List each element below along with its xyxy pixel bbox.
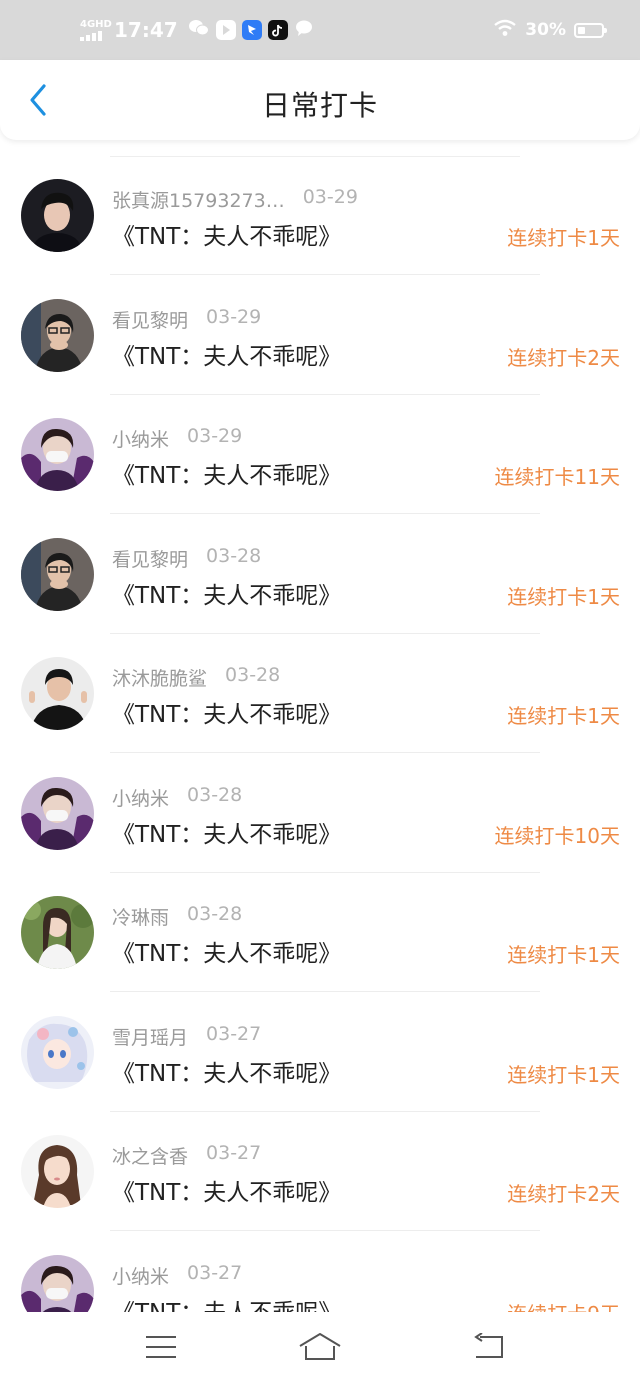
status-bar: 4GHD 17:47 30% <box>0 0 640 60</box>
back-icon <box>474 1333 503 1358</box>
bilibili-icon <box>215 20 236 40</box>
avatar[interactable] <box>21 179 94 252</box>
user-nickname[interactable]: 小纳米 <box>112 1262 169 1289</box>
home-icon <box>299 1333 341 1360</box>
signal-icon <box>80 30 108 41</box>
checkin-date: 03-28 <box>187 783 243 806</box>
list-item[interactable]: 冰之含香 03-27 《TNT：夫人不乖呢》 连续打卡2天 <box>0 1112 640 1231</box>
book-title[interactable]: 《TNT：夫人不乖呢》 <box>112 815 341 849</box>
checkin-date: 03-29 <box>187 425 243 447</box>
checkin-date: 03-29 <box>302 186 358 208</box>
user-nickname[interactable]: 看见黎明 <box>112 306 188 333</box>
avatar[interactable] <box>21 537 94 611</box>
book-title[interactable]: 《TNT：夫人不乖呢》 <box>112 934 341 968</box>
checkin-meta: 冰之含香 03-27 <box>112 1142 261 1169</box>
book-title[interactable]: 《TNT：夫人不乖呢》 <box>112 456 341 490</box>
message-icon <box>294 18 314 42</box>
book-title[interactable]: 《TNT：夫人不乖呢》 <box>112 217 341 251</box>
streak-label: 连续打卡2天 <box>507 345 620 370</box>
user-nickname[interactable]: 雪月瑶月 <box>112 1023 188 1050</box>
checkin-date: 03-28 <box>225 664 281 686</box>
checkin-meta: 看见黎明 03-28 <box>112 545 261 572</box>
checkin-meta: 小纳米 03-28 <box>112 784 242 811</box>
network-indicator: 4GHD <box>80 18 112 41</box>
book-title[interactable]: 《TNT：夫人不乖呢》 <box>112 1293 341 1313</box>
menu-button[interactable] <box>139 1330 183 1364</box>
checkin-date: 03-28 <box>187 903 243 925</box>
streak-label: 连续打卡2天 <box>507 1182 620 1206</box>
wechat-icon <box>188 18 210 42</box>
list-item[interactable]: 看见黎明 03-28 《TNT：夫人不乖呢》 连续打卡1天 <box>0 515 640 634</box>
checkin-meta: 小纳米 03-29 <box>112 425 242 452</box>
status-right: 30% <box>493 0 607 60</box>
menu-icon <box>146 1336 176 1358</box>
system-nav-bar <box>0 1312 640 1387</box>
status-left: 4GHD 17:47 <box>80 0 314 60</box>
list-item[interactable]: 小纳米 03-27 《TNT：夫人不乖呢》 连续打卡9天 <box>0 1232 640 1313</box>
home-button[interactable] <box>298 1330 342 1364</box>
checkin-date: 03-27 <box>206 1142 262 1164</box>
book-title[interactable]: 《TNT：夫人不乖呢》 <box>112 695 341 729</box>
list-item[interactable]: 张真源15793273… 03-29 《TNT：夫人不乖呢》 连续打卡1天 <box>0 156 640 275</box>
checkin-date: 03-27 <box>206 1022 262 1045</box>
user-nickname[interactable]: 冰之含香 <box>112 1142 188 1169</box>
streak-label: 连续打卡1天 <box>507 584 620 609</box>
checkin-meta: 小纳米 03-27 <box>112 1262 242 1289</box>
avatar[interactable] <box>21 418 94 491</box>
wifi-icon <box>493 19 517 41</box>
user-nickname[interactable]: 看见黎明 <box>112 545 188 572</box>
avatar[interactable] <box>21 1135 94 1208</box>
network-label: 4GHD <box>80 18 112 30</box>
book-title[interactable]: 《TNT：夫人不乖呢》 <box>112 337 341 371</box>
checkin-list[interactable]: 张真源15793273… 03-29 《TNT：夫人不乖呢》 连续打卡1天 看见黎明 03… <box>0 156 640 1312</box>
user-nickname[interactable]: 沐沐脆脆鲨 <box>112 664 207 691</box>
list-item[interactable]: 小纳米 03-28 《TNT：夫人不乖呢》 连续打卡10天 <box>0 754 640 873</box>
book-title[interactable]: 《TNT：夫人不乖呢》 <box>112 1054 341 1088</box>
avatar[interactable] <box>21 1015 94 1089</box>
streak-label: 连续打卡11天 <box>494 465 620 489</box>
streak-label: 连续打卡1天 <box>507 943 620 967</box>
avatar[interactable] <box>21 657 94 730</box>
avatar[interactable] <box>21 896 94 969</box>
list-item[interactable]: 看见黎明 03-29 《TNT：夫人不乖呢》 连续打卡2天 <box>0 276 640 395</box>
avatar[interactable] <box>21 1254 94 1312</box>
checkin-date: 03-27 <box>187 1261 243 1284</box>
user-nickname[interactable]: 小纳米 <box>112 784 169 811</box>
streak-label: 连续打卡1天 <box>507 226 620 250</box>
battery-fill <box>578 26 585 34</box>
streak-label: 连续打卡1天 <box>507 1062 620 1087</box>
checkin-date: 03-29 <box>206 305 262 328</box>
page-title: 日常打卡 <box>261 89 378 122</box>
checkin-meta: 沐沐脆脆鲨 03-28 <box>112 664 280 691</box>
list-item[interactable]: 冷琳雨 03-28 《TNT：夫人不乖呢》 连续打卡1天 <box>0 873 640 992</box>
list-item[interactable]: 雪月瑶月 03-27 《TNT：夫人不乖呢》 连续打卡1天 <box>0 993 640 1112</box>
checkin-meta: 张真源15793273… 03-29 <box>112 186 358 213</box>
checkin-meta: 冷琳雨 03-28 <box>112 903 242 930</box>
system-back-button[interactable] <box>466 1330 510 1364</box>
streak-label: 连续打卡1天 <box>507 704 620 728</box>
nav-bar: 日常打卡 <box>0 60 640 140</box>
avatar[interactable] <box>21 776 94 850</box>
book-title[interactable]: 《TNT：夫人不乖呢》 <box>112 576 341 610</box>
checkin-meta: 雪月瑶月 03-27 <box>112 1023 261 1050</box>
list-item[interactable]: 小纳米 03-29 《TNT：夫人不乖呢》 连续打卡11天 <box>0 395 640 514</box>
user-nickname[interactable]: 冷琳雨 <box>112 903 169 930</box>
checkin-date: 03-28 <box>206 544 262 567</box>
avatar[interactable] <box>21 298 94 372</box>
battery-percent: 30% <box>525 20 566 40</box>
user-nickname[interactable]: 小纳米 <box>112 425 169 452</box>
user-nickname[interactable]: 张真源15793273… <box>112 186 285 213</box>
checkin-meta: 看见黎明 03-29 <box>112 306 261 333</box>
clock: 17:47 <box>114 18 178 42</box>
list-item[interactable]: 沐沐脆脆鲨 03-28 《TNT：夫人不乖呢》 连续打卡1天 <box>0 634 640 753</box>
streak-label: 连续打卡9天 <box>507 1298 620 1313</box>
tiktok-icon <box>267 20 288 40</box>
streak-label: 连续打卡10天 <box>494 823 620 848</box>
dingtalk-icon <box>241 20 262 40</box>
book-title[interactable]: 《TNT：夫人不乖呢》 <box>112 1173 341 1207</box>
battery-icon <box>574 22 607 38</box>
